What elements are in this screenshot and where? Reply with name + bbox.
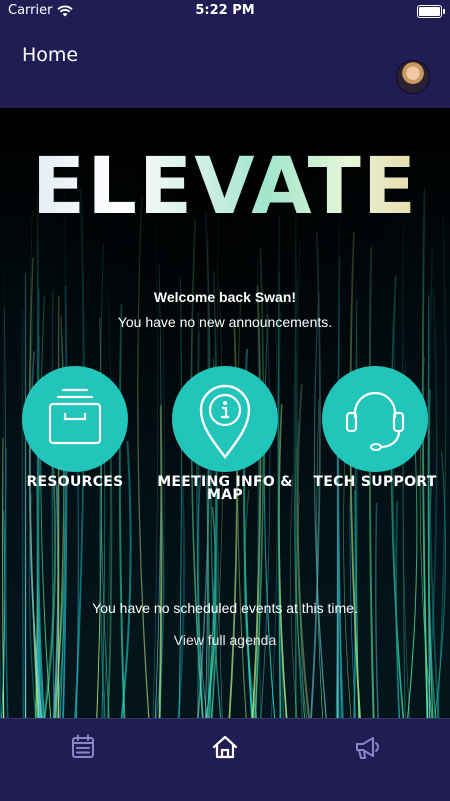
tech-support-circle (322, 366, 428, 472)
status-time: 5:22 PM (195, 3, 255, 18)
tab-home[interactable] (207, 733, 243, 763)
announcements-status: You have no new announcements. (117, 314, 333, 330)
archive-box-icon (48, 388, 102, 445)
calendar-icon (72, 734, 94, 758)
resources-label: RESOURCES (26, 474, 124, 490)
tab-announcements[interactable] (349, 733, 385, 763)
headset-icon (345, 391, 405, 451)
page-title: Home (22, 44, 79, 66)
info-pin-icon (199, 384, 251, 459)
resources-tile[interactable]: RESOURCES (5, 366, 145, 516)
tab-calendar[interactable] (65, 733, 101, 763)
resources-circle (22, 366, 128, 472)
tech-support-label: TECH SUPPORT (313, 474, 437, 490)
meeting-info-label: MEETING INFO & MAP (157, 474, 293, 503)
battery-icon (417, 5, 445, 18)
megaphone-icon (356, 737, 379, 759)
tab-bar (0, 718, 450, 801)
tech-support-tile[interactable]: TECH SUPPORT (305, 366, 445, 516)
elevate-logo-text: ELEVATE (20, 142, 430, 232)
view-agenda-link[interactable]: View full agenda (0, 632, 450, 648)
no-events-message: You have no scheduled events at this tim… (92, 600, 358, 616)
user-avatar-icon[interactable] (396, 60, 430, 94)
status-bar: Carrier 5:22 PM (0, 0, 450, 22)
meeting-info-tile[interactable]: MEETING INFO & MAP (155, 366, 295, 516)
meeting-info-circle (172, 366, 278, 472)
home-icon (212, 735, 238, 759)
welcome-message: Welcome back Swan! (153, 289, 297, 305)
